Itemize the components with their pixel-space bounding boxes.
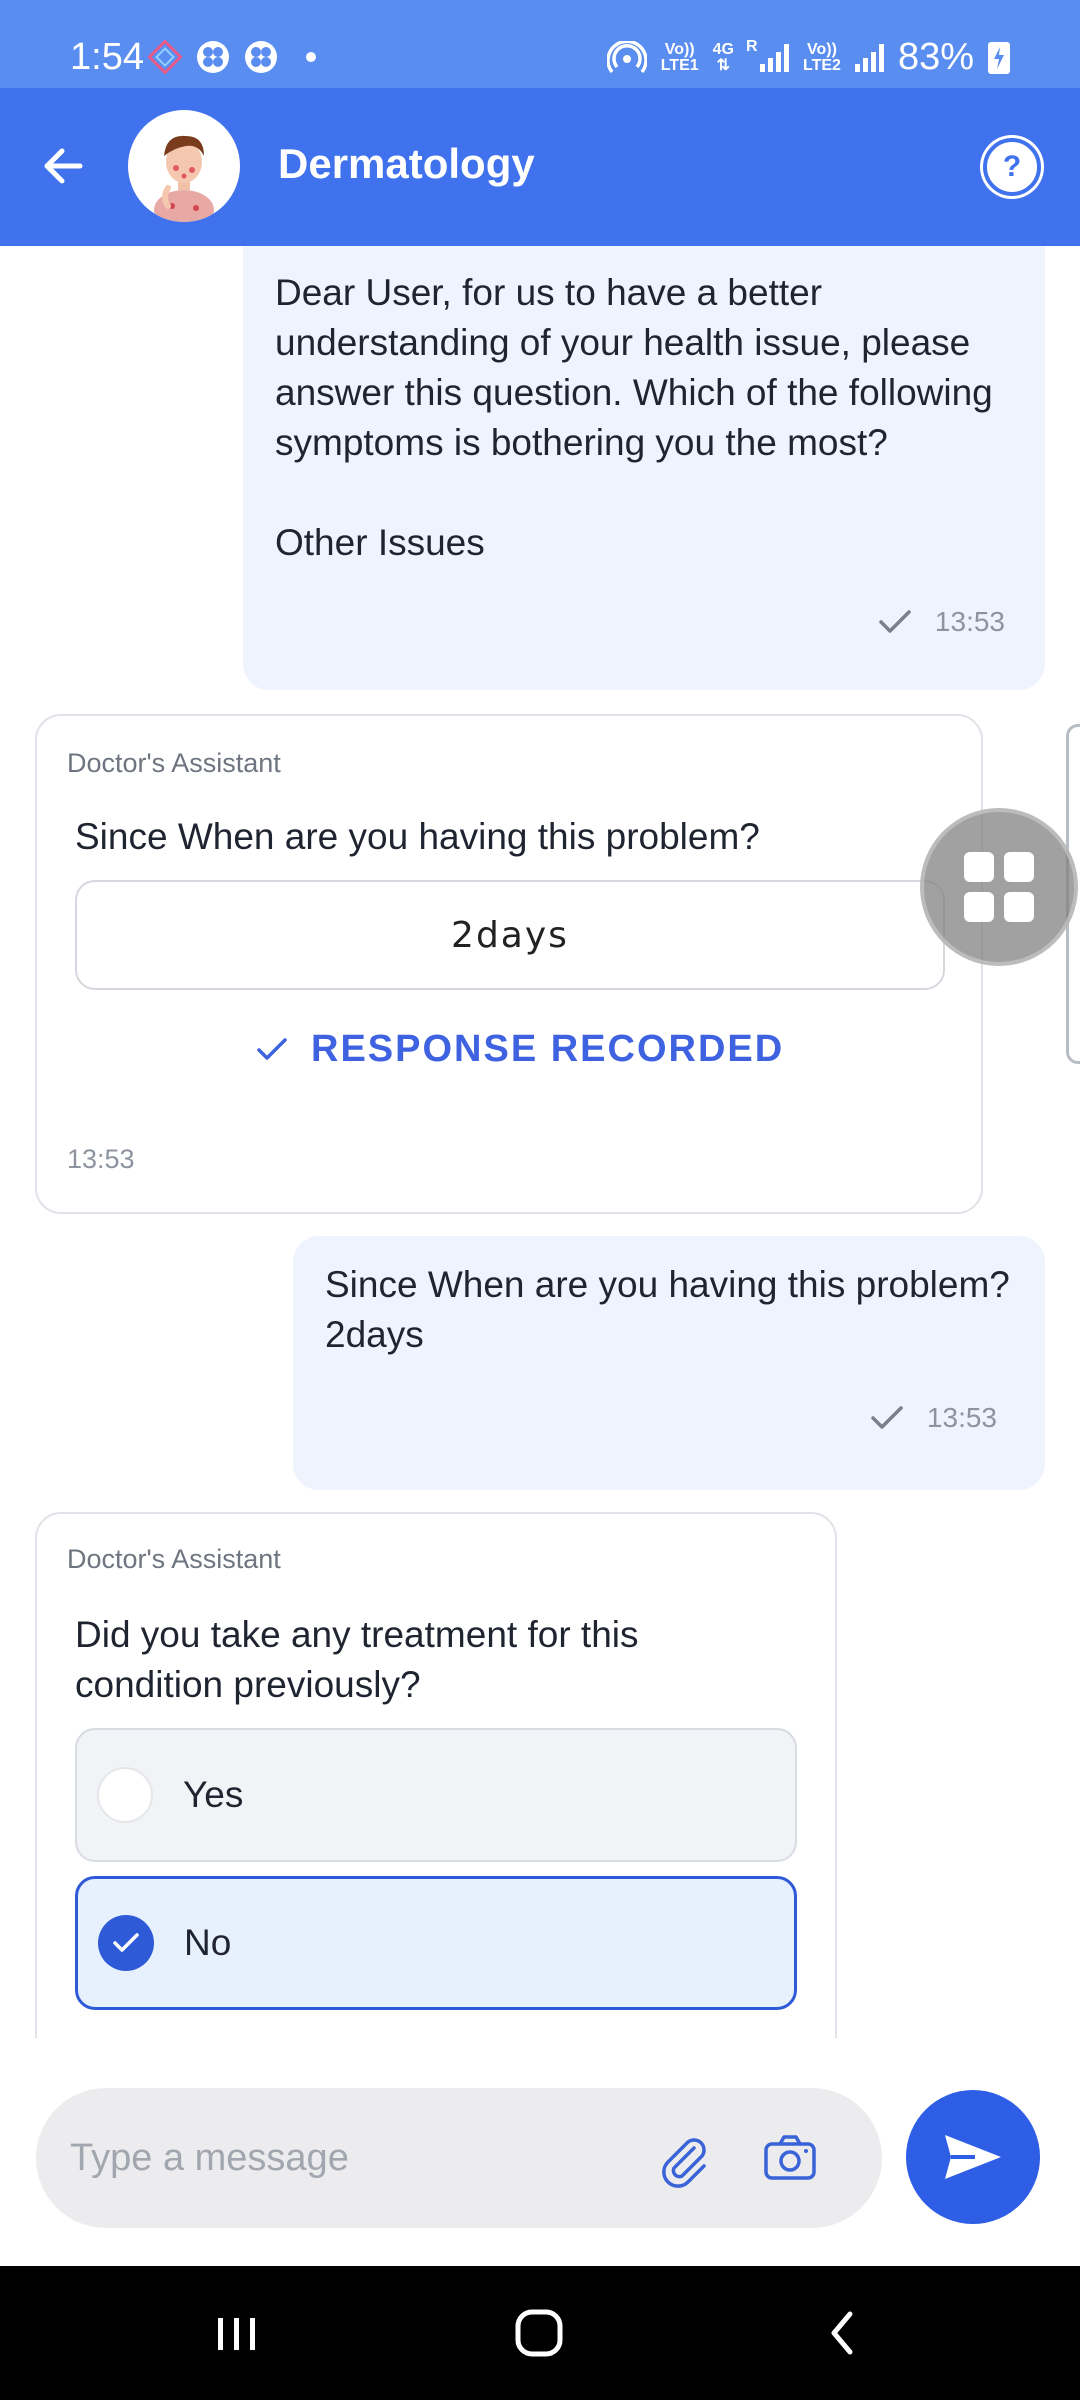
message-meta: 13:53 — [869, 1402, 997, 1434]
message-line: symptoms is bothering you the most? — [275, 422, 888, 463]
app-notification-icon — [148, 40, 182, 74]
option-label: Yes — [183, 1774, 244, 1815]
back-nav-icon[interactable] — [804, 2296, 884, 2370]
check-icon — [871, 1406, 903, 1429]
status-bar: 1:54 Vo)) LTE1 4G ⇅ R Vo)) LTE2 83% — [0, 0, 1080, 88]
grid-cell — [1004, 852, 1034, 882]
net-4g: 4G — [712, 40, 734, 58]
message-line: Other Issues — [275, 522, 485, 563]
answer-field: 2days — [75, 880, 945, 990]
message-line: 2days — [325, 1314, 424, 1355]
signal2-icon — [854, 43, 884, 72]
page-title: Dermatology — [278, 140, 535, 187]
sim2-volte: Vo)) — [807, 40, 837, 58]
assistant-card: Doctor's Assistant Did you take any trea… — [35, 1512, 837, 2038]
option-no[interactable]: No — [75, 1876, 797, 2010]
app-header: Dermatology ? — [0, 88, 1080, 246]
send-icon — [945, 2135, 1001, 2179]
question-line: condition previously? — [75, 1664, 421, 1705]
help-button[interactable]: ? — [983, 138, 1041, 196]
sim2-lte: LTE2 — [803, 56, 841, 74]
signal1-icon: R — [746, 38, 789, 72]
status-right: Vo)) LTE1 4G ⇅ R Vo)) LTE2 83% — [606, 36, 1010, 79]
status-dot — [306, 52, 316, 62]
battery-percent: 83% — [897, 36, 974, 78]
recents-icon[interactable] — [196, 2296, 276, 2370]
camera-icon[interactable] — [760, 2128, 820, 2188]
notification-icons — [148, 40, 316, 74]
check-icon — [257, 1037, 287, 1060]
message-input-container — [36, 2088, 882, 2228]
clover-icon — [245, 41, 277, 73]
message-meta: 13:53 — [877, 606, 1005, 638]
assistant-card: Doctor's Assistant Since When are you ha… — [35, 714, 983, 1214]
message-line: understanding of your health issue, plea… — [275, 322, 971, 363]
message-text: Since When are you having this problem? … — [325, 1260, 1010, 1360]
clover-icon — [197, 41, 229, 73]
option-label: No — [184, 1922, 232, 1963]
radio-checked[interactable] — [98, 1915, 154, 1971]
floating-grid-button[interactable] — [920, 808, 1078, 966]
message-time: 13:53 — [926, 1402, 997, 1433]
card-question: Since When are you having this problem? — [75, 816, 760, 857]
back-arrow-icon[interactable] — [36, 138, 92, 194]
input-bar — [0, 2038, 1080, 2266]
option-yes[interactable]: Yes — [75, 1728, 797, 1862]
card-time: 13:53 — [67, 1144, 135, 1174]
sim2-indicator: Vo)) LTE2 — [803, 40, 841, 74]
grid-cell — [964, 892, 994, 922]
data-arrows: ⇅ — [716, 56, 731, 74]
grid-cell — [964, 852, 994, 882]
message-line: Dear User, for us to have a better — [275, 272, 823, 313]
doctor-avatar — [128, 110, 240, 222]
sim1-indicator: Vo)) LTE1 — [660, 40, 699, 74]
message-input[interactable] — [70, 2088, 630, 2228]
radio-unchecked[interactable] — [97, 1767, 153, 1823]
sim1-lte: LTE1 — [660, 56, 699, 74]
message-time: 13:53 — [934, 606, 1005, 637]
card-question: Did you take any treatment for this cond… — [75, 1610, 639, 1710]
response-recorded-label: RESPONSE RECORDED — [311, 1028, 785, 1070]
message-text: Dear User, for us to have a better under… — [275, 268, 993, 568]
hotspot-icon — [606, 40, 647, 73]
check-icon — [879, 610, 911, 633]
user-message: Dear User, for us to have a better under… — [243, 246, 1045, 690]
battery-icon — [988, 41, 1010, 74]
card-sender: Doctor's Assistant — [67, 748, 281, 778]
user-message: Since When are you having this problem? … — [293, 1236, 1045, 1490]
roaming-indicator: R — [746, 37, 758, 55]
response-recorded-status: RESPONSE RECORDED — [255, 1028, 784, 1071]
message-line: Since When are you having this problem? — [325, 1264, 1010, 1305]
message-line: answer this question. Which of the follo… — [275, 372, 993, 413]
paperclip-icon[interactable] — [654, 2130, 714, 2190]
home-icon[interactable] — [500, 2296, 580, 2370]
grid-cell — [1004, 892, 1034, 922]
send-button[interactable] — [906, 2090, 1040, 2224]
status-time: 1:54 — [70, 36, 144, 78]
question-line: Did you take any treatment for this — [75, 1614, 639, 1655]
data-indicator: 4G ⇅ — [712, 40, 734, 74]
check-icon — [113, 1933, 139, 1952]
sim1-volte: Vo)) — [664, 40, 695, 58]
chat-area[interactable]: Dear User, for us to have a better under… — [0, 246, 1080, 2038]
system-nav-bar — [0, 2266, 1080, 2400]
card-sender: Doctor's Assistant — [67, 1544, 281, 1574]
